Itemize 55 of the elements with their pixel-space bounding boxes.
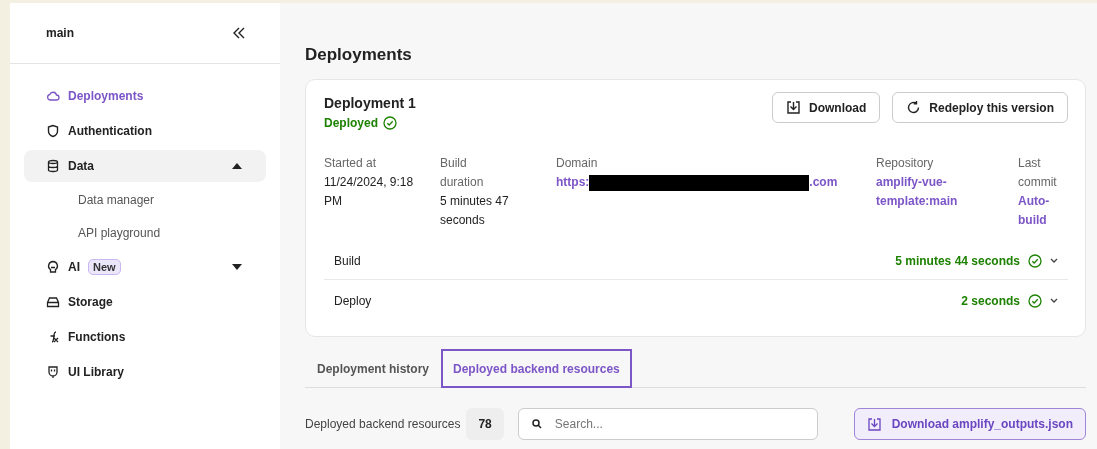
detail-value: 11/24/2024, 9:18 PM (324, 174, 414, 210)
cloud-icon (46, 89, 60, 103)
branch-name: main (46, 26, 74, 40)
search-field[interactable]: Search... (517, 408, 818, 440)
caret-icon (232, 163, 242, 169)
download-icon (785, 100, 801, 115)
nav-item[interactable]: UI Library (24, 356, 266, 388)
nav-item[interactable]: Authentication (24, 115, 266, 147)
search-icon (531, 419, 542, 429)
tab[interactable]: Deployed backend resources (441, 349, 632, 388)
step-duration: 5 minutes 44 seconds (895, 253, 1020, 268)
domain-link[interactable]: .com (809, 173, 838, 192)
detail-link[interactable]: amplify-vue-template:main (876, 173, 976, 211)
download-outputs-button[interactable]: Download amplify_outputs.json (853, 408, 1086, 440)
new-badge: New (88, 259, 121, 275)
detail-label: Build duration (440, 155, 485, 191)
chevron-icon[interactable] (1050, 258, 1058, 263)
step-name: Build (334, 253, 361, 268)
page-title: Deployments (305, 45, 413, 65)
step-name: Deploy (334, 293, 372, 308)
database-icon (46, 159, 60, 173)
detail-label: Started at (324, 155, 378, 172)
collapse-icon[interactable] (232, 26, 246, 40)
shield-icon (46, 124, 60, 138)
nav-item[interactable]: AI New (24, 251, 266, 283)
nav-subitem[interactable]: Data manager (24, 185, 266, 215)
nav-subitem[interactable]: API playground (24, 218, 266, 248)
nav-item[interactable]: Deployments (24, 80, 266, 112)
resources-label: Deployed backend resources (305, 417, 461, 431)
nav-item[interactable]: Data (24, 150, 266, 182)
domain-link[interactable]: https: (556, 173, 590, 192)
step-duration: 2 seconds (961, 293, 1020, 308)
redeploy-button[interactable]: Redeploy this version (892, 92, 1068, 123)
nav-item[interactable]: Functions (24, 321, 266, 353)
bulb-icon (46, 260, 60, 274)
detail-label: Domain (556, 155, 599, 172)
count-badge: 78 (466, 408, 504, 440)
tab[interactable]: Deployment history (305, 349, 442, 388)
detail-link[interactable]: Auto-build (1018, 192, 1062, 230)
status-label: Deployed (324, 116, 378, 130)
check-circle-icon (1028, 253, 1042, 268)
chevron-icon[interactable] (1050, 298, 1058, 303)
detail-value: 5 minutes 47 seconds (440, 193, 510, 229)
refresh-icon (906, 100, 922, 115)
check-circle-icon (383, 116, 397, 130)
download-icon (866, 416, 882, 432)
detail-label: Last commit (1018, 155, 1058, 191)
detail-label: Repository (876, 155, 935, 172)
caret-icon (232, 264, 242, 270)
check-circle-icon (1028, 293, 1042, 308)
drive-icon (46, 295, 60, 309)
deployment-name: Deployment 1 (324, 95, 416, 111)
plug-icon (46, 365, 60, 379)
nav-item[interactable]: Storage (24, 286, 266, 318)
download-button[interactable]: Download (771, 92, 881, 123)
